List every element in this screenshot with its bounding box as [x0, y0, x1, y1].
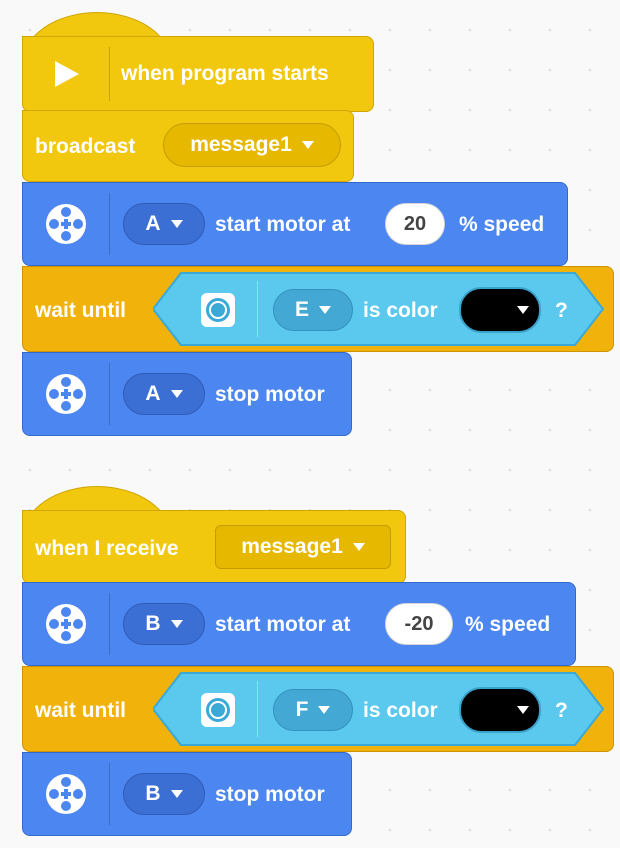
color-dropdown[interactable]	[459, 287, 541, 333]
motor-port-value: B	[145, 612, 161, 635]
block-divider	[109, 47, 110, 101]
stop-motor-block[interactable]: A stop motor	[22, 352, 352, 436]
block-divider	[109, 363, 110, 425]
chevron-down-icon	[318, 706, 331, 714]
block-divider	[109, 593, 110, 655]
stop-motor-label: stop motor	[215, 783, 325, 806]
chevron-down-icon	[170, 790, 183, 798]
broadcast-block[interactable]: broadcast message1	[22, 110, 354, 182]
color-sensor-icon	[201, 693, 235, 727]
motor-port-dropdown[interactable]: A	[123, 373, 205, 415]
color-sensor-icon	[201, 293, 235, 327]
chevron-down-icon	[170, 220, 183, 228]
is-color-label: is color	[363, 299, 438, 322]
chevron-down-icon	[517, 306, 529, 314]
speed-unit-label: % speed	[459, 213, 545, 236]
chevron-down-icon	[352, 543, 365, 551]
sensor-port-dropdown[interactable]: E	[273, 289, 353, 331]
block-divider	[109, 193, 110, 255]
condition-end-label: ?	[555, 699, 568, 722]
start-motor-label: start motor at	[215, 613, 351, 636]
motor-port-dropdown[interactable]: A	[123, 203, 205, 245]
motor-port-dropdown[interactable]: B	[123, 603, 205, 645]
hat-label: when I receive	[35, 537, 179, 560]
broadcast-message-value: message1	[190, 133, 292, 156]
chevron-down-icon	[517, 706, 529, 714]
color-dropdown[interactable]	[459, 687, 541, 733]
motor-port-dropdown[interactable]: B	[123, 773, 205, 815]
wait-until-label: wait until	[35, 299, 126, 322]
condition-divider	[257, 681, 258, 737]
wait-until-block[interactable]: wait until F is color ?	[22, 666, 614, 752]
stop-motor-block[interactable]: B stop motor	[22, 752, 352, 836]
wait-until-block[interactable]: wait until E is color ?	[22, 266, 614, 352]
wait-until-label: wait until	[35, 699, 126, 722]
speed-input[interactable]: 20	[385, 203, 445, 245]
sensor-port-value: F	[295, 698, 309, 721]
when-i-receive-block[interactable]: when I receive message1	[22, 510, 406, 584]
receive-message-value: message1	[241, 535, 343, 558]
speed-unit-label: % speed	[465, 613, 551, 636]
speed-input[interactable]: -20	[385, 603, 453, 645]
condition-divider	[257, 281, 258, 337]
chevron-down-icon	[301, 141, 314, 149]
hat-label: when program starts	[121, 62, 329, 85]
motor-icon	[23, 353, 109, 435]
broadcast-message-dropdown[interactable]: message1	[163, 123, 341, 167]
receive-message-dropdown[interactable]: message1	[215, 525, 391, 569]
motor-icon	[23, 583, 109, 665]
start-motor-block[interactable]: B start motor at -20 % speed	[22, 582, 576, 666]
chevron-down-icon	[170, 390, 183, 398]
chevron-down-icon	[319, 306, 331, 314]
broadcast-label: broadcast	[35, 135, 136, 158]
condition-end-label: ?	[555, 299, 568, 322]
stop-motor-label: stop motor	[215, 383, 325, 406]
motor-port-value: B	[145, 782, 161, 805]
play-icon	[23, 37, 109, 111]
is-color-label: is color	[363, 699, 438, 722]
motor-port-value: A	[145, 212, 161, 235]
start-motor-label: start motor at	[215, 213, 351, 236]
block-divider	[109, 763, 110, 825]
motor-icon	[23, 183, 109, 265]
sensor-port-value: E	[294, 298, 309, 321]
motor-port-value: A	[145, 382, 161, 405]
code-canvas[interactable]: when program starts broadcast message1 A…	[0, 0, 620, 848]
sensor-port-dropdown[interactable]: F	[273, 689, 353, 731]
chevron-down-icon	[170, 620, 183, 628]
when-program-starts-block[interactable]: when program starts	[22, 36, 374, 112]
start-motor-block[interactable]: A start motor at 20 % speed	[22, 182, 568, 266]
motor-icon	[23, 753, 109, 835]
